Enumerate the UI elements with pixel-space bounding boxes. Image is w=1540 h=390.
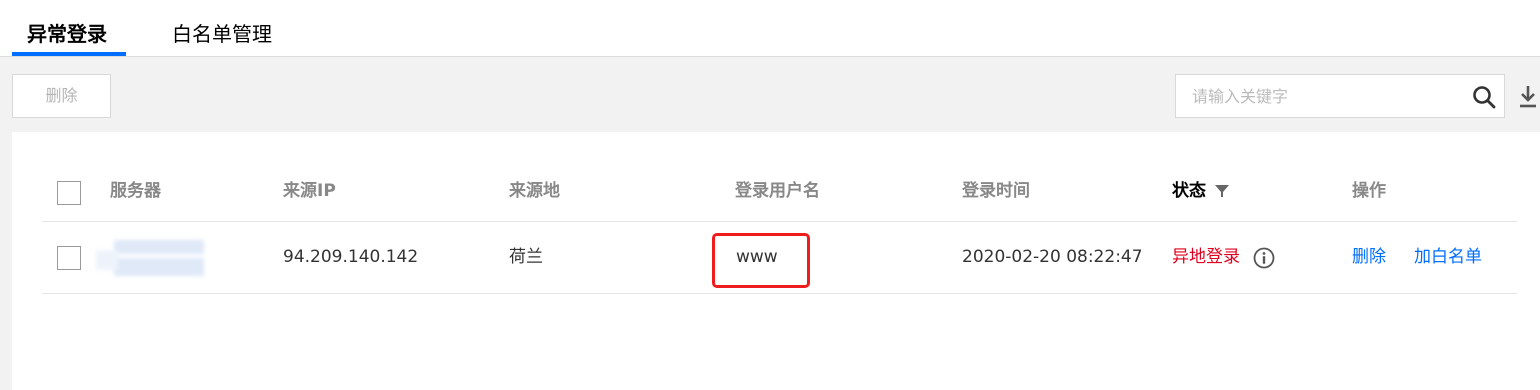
column-header-actions: 操作 <box>1352 181 1386 201</box>
column-header-status: 状态 <box>1172 181 1206 201</box>
tab-whitelist-management[interactable]: 白名单管理 <box>172 20 272 48</box>
search-input[interactable] <box>1176 75 1456 117</box>
row-divider <box>42 293 1517 294</box>
search-icon[interactable] <box>1471 84 1497 110</box>
cell-status: 异地登录 <box>1172 247 1240 267</box>
info-icon[interactable] <box>1253 247 1275 269</box>
delete-row-link[interactable]: 删除 <box>1352 246 1386 268</box>
tab-abnormal-login[interactable]: 异常登录 <box>27 20 107 48</box>
search-box <box>1175 74 1505 118</box>
annotation-highlight-box <box>712 233 810 288</box>
column-header-login-time: 登录时间 <box>962 181 1030 201</box>
delete-button[interactable]: 删除 <box>12 74 111 118</box>
cell-source-location: 荷兰 <box>509 247 543 267</box>
tab-bar: 异常登录 白名单管理 <box>0 0 1540 57</box>
filter-icon[interactable] <box>1214 184 1230 198</box>
add-to-whitelist-link[interactable]: 加白名单 <box>1414 246 1482 268</box>
header-divider <box>42 221 1517 222</box>
active-tab-indicator <box>12 52 126 56</box>
column-header-source-location: 来源地 <box>509 181 560 201</box>
cell-source-ip: 94.209.140.142 <box>283 247 419 267</box>
cell-login-time: 2020-02-20 08:22:47 <box>962 247 1143 267</box>
select-all-checkbox[interactable] <box>57 181 81 205</box>
column-header-login-user: 登录用户名 <box>735 181 820 201</box>
column-header-server: 服务器 <box>110 181 161 201</box>
download-icon[interactable] <box>1516 84 1540 110</box>
column-header-source-ip: 来源IP <box>283 181 336 201</box>
server-name-redacted <box>96 240 224 286</box>
row-checkbox[interactable] <box>57 246 81 270</box>
